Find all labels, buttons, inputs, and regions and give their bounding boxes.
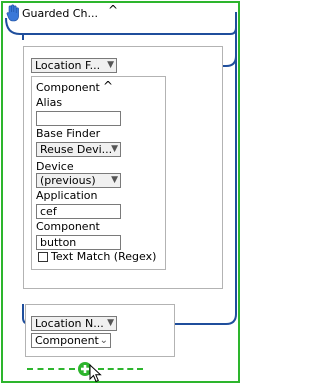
component-input[interactable]: button [36, 235, 121, 250]
location-finder-select[interactable]: Location F... ▼ [31, 58, 117, 73]
dropdown-arrow-icon: ▼ [111, 175, 118, 185]
location-n-label: Location N... [35, 317, 104, 330]
text-match-checkbox[interactable] [38, 252, 48, 262]
alias-label: Alias [36, 96, 63, 109]
add-drop-line [27, 368, 75, 370]
component-select-value: Component [35, 334, 99, 347]
device-value: (previous) [40, 174, 96, 187]
device-select[interactable]: (previous) ▼ [36, 173, 121, 188]
alias-input[interactable] [36, 111, 121, 126]
chevron-down-icon: ⌄ [99, 335, 108, 346]
base-finder-value: Reuse Devi... [40, 143, 113, 156]
chevron-up-icon[interactable]: ^ [103, 79, 113, 93]
application-label: Application [36, 189, 98, 202]
base-finder-select[interactable]: Reuse Devi... ▼ [36, 142, 121, 157]
application-input[interactable]: cef [36, 204, 121, 219]
dropdown-arrow-icon: ▼ [107, 318, 114, 328]
component-select[interactable]: Component ⌄ [31, 333, 111, 348]
text-match-label: Text Match (Regex) [51, 250, 157, 263]
device-label: Device [36, 160, 74, 173]
component-panel-title: Component [36, 81, 100, 94]
component-label: Component [36, 220, 100, 233]
dropdown-arrow-icon: ▼ [111, 144, 118, 154]
base-finder-label: Base Finder [36, 127, 101, 140]
dropdown-arrow-icon: ▼ [107, 60, 114, 70]
location-finder-label: Location F... [35, 59, 101, 72]
location-n-select[interactable]: Location N... ▼ [31, 316, 117, 331]
add-drop-line [98, 368, 143, 370]
mouse-cursor-icon [89, 363, 103, 384]
